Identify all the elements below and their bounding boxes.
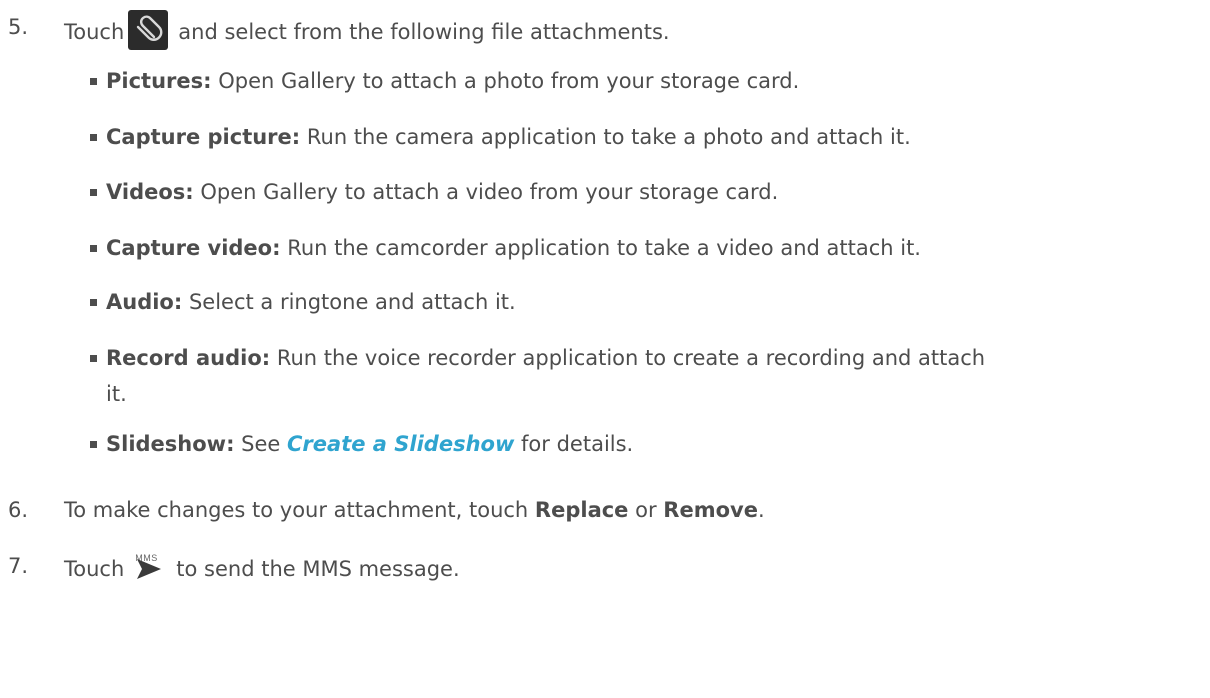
item-term: Record audio:	[106, 346, 271, 370]
step-number: 6.	[8, 498, 29, 522]
bullet-marker	[90, 134, 97, 141]
bullet-marker	[90, 355, 97, 362]
bullet-marker	[90, 189, 97, 196]
replace-label: Replace	[534, 498, 629, 522]
item-term: Capture video:	[106, 236, 281, 260]
item-description: it.	[106, 382, 127, 406]
item-description: Open Gallery to attach a video from your…	[193, 180, 779, 204]
bullet-marker	[90, 78, 97, 85]
step-text: Touch	[64, 557, 125, 581]
step-number: 5.	[8, 15, 29, 39]
step-number: 7.	[8, 554, 29, 578]
list-item-slideshow: Slideshow: See Create a Slideshow for de…	[106, 430, 633, 458]
list-item-pictures: Pictures: Open Gallery to attach a photo…	[106, 67, 799, 95]
create-slideshow-link[interactable]: Create a Slideshow	[287, 432, 514, 456]
item-description: for details.	[514, 432, 634, 456]
item-description: Run the voice recorder application to cr…	[270, 346, 986, 370]
list-item-capture-video: Capture video: Run the camcorder applica…	[106, 234, 921, 262]
step-text: To make changes to your attachment, touc…	[64, 498, 535, 522]
item-description: Run the camera application to take a pho…	[300, 125, 911, 149]
item-term: Pictures:	[106, 69, 212, 93]
list-item-record-audio-continued: it.	[106, 380, 127, 408]
bullet-marker	[90, 299, 97, 306]
bullet-marker	[90, 441, 97, 448]
remove-label: Remove	[663, 498, 758, 522]
step-text: or	[628, 498, 664, 522]
step-text: .	[757, 498, 765, 522]
item-term: Slideshow:	[106, 432, 235, 456]
send-mms-icon: MMS	[134, 546, 164, 582]
item-description: Run the camcorder application to take a …	[280, 236, 921, 260]
list-item-capture-picture: Capture picture: Run the camera applicat…	[106, 123, 911, 151]
step-text-continued: and select from the following file attac…	[178, 20, 670, 44]
paperclip-icon	[128, 10, 169, 50]
item-description: See	[234, 432, 288, 456]
item-description: Select a ringtone and attach it.	[182, 290, 516, 314]
list-item-audio: Audio: Select a ringtone and attach it.	[106, 288, 516, 316]
item-term: Capture picture:	[106, 125, 301, 149]
item-term: Videos:	[106, 180, 194, 204]
list-item-record-audio: Record audio: Run the voice recorder app…	[106, 344, 985, 372]
step-text-continued: to send the MMS message.	[176, 557, 460, 581]
step-text: Touch	[64, 20, 125, 44]
bullet-marker	[90, 245, 97, 252]
item-term: Audio:	[106, 290, 183, 314]
item-description: Open Gallery to attach a photo from your…	[211, 69, 800, 93]
list-item-videos: Videos: Open Gallery to attach a video f…	[106, 178, 778, 206]
